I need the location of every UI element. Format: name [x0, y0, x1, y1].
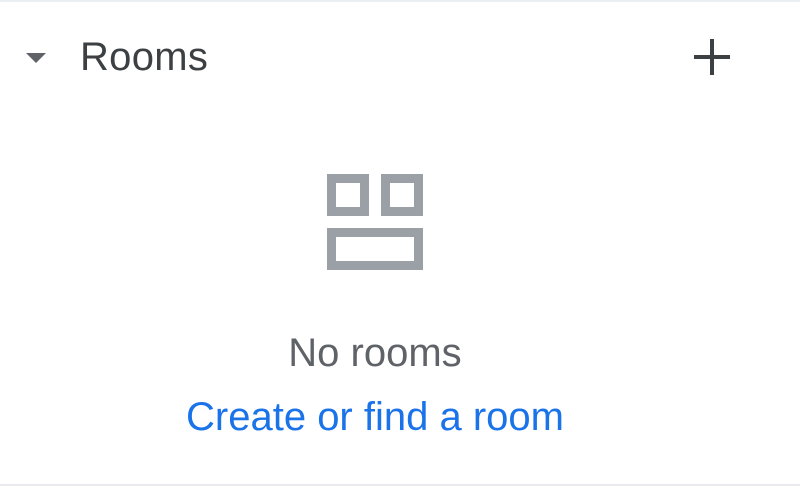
top-divider: [0, 0, 800, 2]
empty-state: No rooms Create or find a room: [0, 160, 750, 460]
empty-message: No rooms: [288, 331, 462, 375]
rooms-section-header: Rooms: [0, 24, 800, 90]
collapse-rooms-button[interactable]: [16, 42, 56, 74]
rooms-grid-icon: [327, 174, 423, 270]
add-room-button[interactable]: [684, 32, 740, 84]
rooms-section-title: Rooms: [80, 35, 209, 79]
plus-icon: [694, 39, 730, 75]
caret-down-icon: [26, 53, 46, 63]
bottom-divider: [0, 484, 800, 486]
rooms-panel: Rooms No rooms Create or find a room: [0, 0, 800, 491]
create-or-find-room-link[interactable]: Create or find a room: [0, 394, 750, 440]
